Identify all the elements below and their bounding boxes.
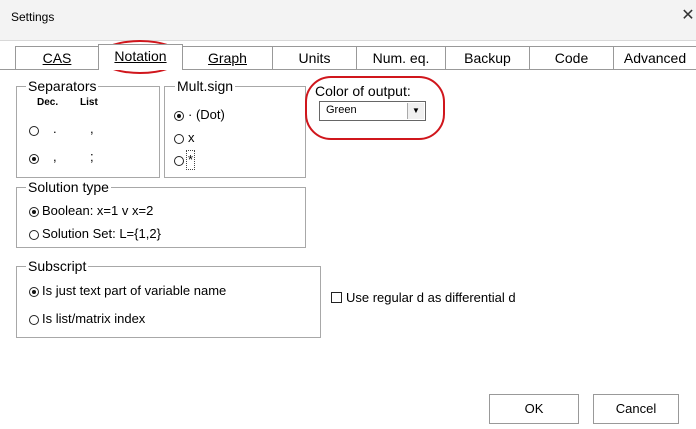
tab-advanced[interactable]: Advanced: [613, 46, 696, 69]
separator-decimal-dot: .: [53, 121, 57, 136]
cancel-button[interactable]: Cancel: [593, 394, 679, 424]
regular-d-label: Use regular d as differential d: [346, 290, 516, 305]
chevron-down-icon[interactable]: ▼: [407, 103, 424, 119]
decimal-header: Dec.: [37, 97, 59, 108]
tab-code[interactable]: Code: [529, 46, 614, 69]
mult-star-radio[interactable]: [174, 156, 184, 166]
mult-sign-group: Mult.sign · (Dot) x *: [164, 78, 306, 178]
mult-star-label: *: [185, 150, 196, 170]
subscript-index-radio[interactable]: [29, 315, 39, 325]
subscript-text-label: Is just text part of variable name: [42, 283, 227, 298]
solution-boolean-radio[interactable]: [29, 207, 39, 217]
subscript-group: Subscript Is just text part of variable …: [16, 258, 321, 338]
separators-group: Separators Dec. List . , , ;: [16, 78, 160, 178]
tab-backup[interactable]: Backup: [445, 46, 530, 69]
mult-sign-legend: Mult.sign: [175, 78, 236, 94]
tab-notation[interactable]: Notation: [98, 44, 183, 70]
list-header: List: [80, 97, 98, 108]
solution-type-group: Solution type Boolean: x=1 v x=2 Solutio…: [16, 179, 306, 248]
subscript-text-radio[interactable]: [29, 287, 39, 297]
separator-comma-semicolon-radio[interactable]: [29, 154, 39, 164]
output-color-select[interactable]: Green ▼: [319, 101, 426, 121]
mult-dot-radio[interactable]: [174, 111, 184, 121]
separator-list-semicolon: ;: [90, 149, 94, 164]
ok-button[interactable]: OK: [489, 394, 579, 424]
mult-x-label: x: [188, 130, 195, 145]
regular-d-checkbox[interactable]: [331, 292, 342, 303]
subscript-index-label: Is list/matrix index: [42, 311, 146, 326]
tab-num-eq[interactable]: Num. eq.: [356, 46, 446, 69]
settings-dialog: Settings ✕ CAS Notation Graph Units Num.…: [0, 0, 696, 429]
separator-dot-comma-radio[interactable]: [29, 126, 39, 136]
tab-graph[interactable]: Graph: [182, 46, 273, 69]
window-title: Settings: [11, 10, 55, 24]
separators-legend: Separators: [26, 78, 99, 94]
solution-boolean-label: Boolean: x=1 v x=2: [42, 203, 154, 218]
close-icon[interactable]: ✕: [680, 6, 696, 26]
output-color-label: Color of output:: [315, 83, 411, 99]
tab-units[interactable]: Units: [272, 46, 357, 69]
output-color-value: Green: [326, 104, 357, 116]
separator-list-comma: ,: [90, 121, 94, 136]
solution-set-label: Solution Set: L={1,2}: [42, 226, 161, 241]
title-bar: Settings ✕: [0, 0, 696, 41]
separator-decimal-comma: ,: [53, 149, 57, 164]
subscript-legend: Subscript: [26, 258, 89, 274]
mult-x-radio[interactable]: [174, 134, 184, 144]
solution-set-radio[interactable]: [29, 230, 39, 240]
mult-dot-label: · (Dot): [188, 107, 225, 122]
tab-bar: CAS Notation Graph Units Num. eq. Backup…: [0, 44, 696, 70]
solution-type-legend: Solution type: [26, 179, 111, 195]
tab-cas[interactable]: CAS: [15, 46, 99, 69]
